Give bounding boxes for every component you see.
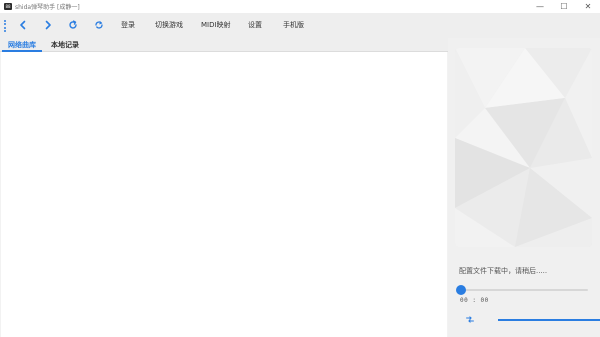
back-icon [20, 20, 26, 30]
forward-button[interactable] [42, 19, 54, 31]
title-bar: 88 shida弹琴助手 [成静一] — ☐ ✕ [0, 0, 600, 13]
main-content[interactable] [1, 52, 447, 337]
maximize-icon: ☐ [560, 2, 568, 11]
volume-bar[interactable] [498, 319, 600, 321]
menu-settings[interactable]: 设置 [248, 20, 262, 31]
close-icon: ✕ [584, 2, 592, 11]
close-button[interactable]: ✕ [576, 0, 600, 13]
seek-slider-thumb[interactable] [456, 285, 466, 295]
grip-dot [3, 29, 6, 32]
grip-dot [3, 26, 6, 29]
tab-local-records-label: 本地记录 [51, 41, 79, 49]
shuffle-button[interactable] [466, 316, 474, 323]
grip-dot [3, 23, 6, 26]
forward-icon [45, 20, 51, 30]
seek-slider[interactable] [456, 285, 588, 295]
window-controls: — ☐ ✕ [528, 0, 600, 13]
minimize-button[interactable]: — [528, 0, 552, 13]
tab-online-library-label: 网络曲库 [8, 41, 36, 49]
app-logo-text: 88 [5, 3, 11, 9]
refresh-icon [69, 20, 77, 29]
player-panel: 配置文件下载中，请稍后..... 00 : 00 [448, 38, 600, 337]
app-logo: 88 [4, 3, 12, 10]
sync-icon [95, 21, 103, 29]
tab-local-records[interactable]: 本地记录 [46, 39, 84, 52]
sync-button[interactable] [93, 19, 105, 31]
tab-online-library[interactable]: 网络曲库 [2, 39, 42, 52]
grip-dot [3, 20, 6, 22]
cover-image [455, 48, 592, 247]
cover-pattern [455, 48, 592, 247]
menu-mobile[interactable]: 手机版 [283, 20, 304, 31]
menu-midi-mapping[interactable]: MIDI映射 [201, 20, 231, 31]
toolbar-grip-icon[interactable] [3, 20, 6, 32]
toolbar: 登录 切换游戏 MIDI映射 设置 手机版 [0, 13, 600, 38]
tab-bar: 网络曲库 本地记录 [0, 38, 448, 52]
shuffle-icon [466, 316, 474, 323]
minimize-icon: — [536, 2, 544, 11]
back-button[interactable] [17, 19, 29, 31]
maximize-button[interactable]: ☐ [552, 0, 576, 13]
menu-login[interactable]: 登录 [121, 20, 135, 31]
refresh-button[interactable] [67, 19, 79, 31]
download-status-text: 配置文件下载中，请稍后..... [459, 267, 548, 275]
playback-time: 00 : 00 [460, 297, 489, 304]
window-title: shida弹琴助手 [成静一] [15, 4, 80, 11]
menu-switch-game[interactable]: 切换游戏 [155, 20, 183, 31]
volume-bar-fill [498, 319, 600, 321]
